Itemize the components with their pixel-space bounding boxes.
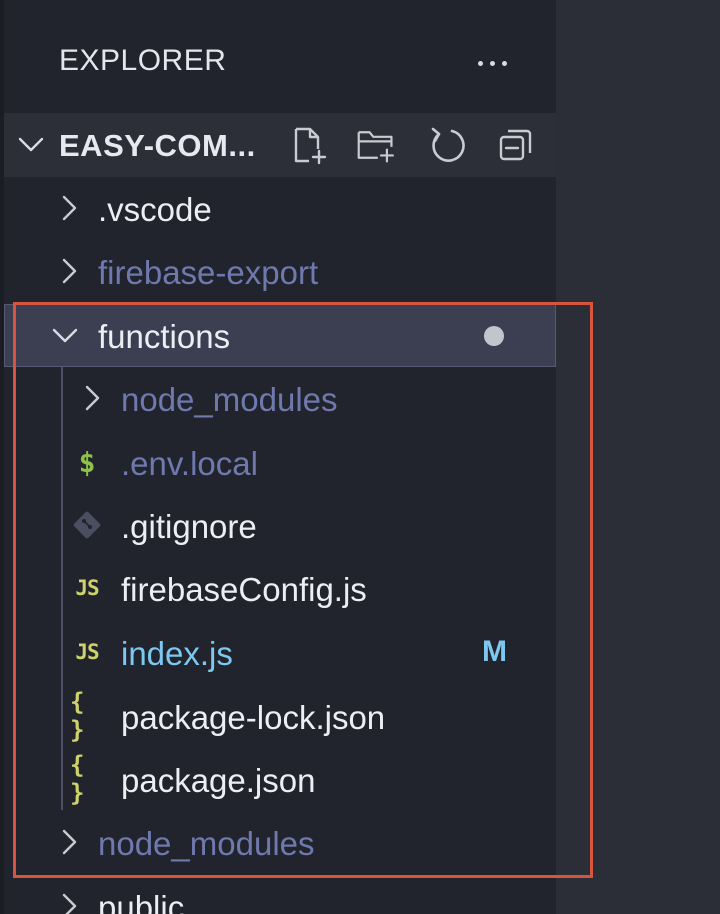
tree-item-label: package.json xyxy=(121,762,316,799)
chevron-down-icon xyxy=(52,328,78,343)
tree-item-label: .gitignore xyxy=(121,508,257,545)
tree-item-label: package-lock.json xyxy=(121,699,386,736)
tree-item-firebase-export[interactable]: firebase-export xyxy=(4,240,556,303)
tree-item-gitignore[interactable]: .gitignore xyxy=(4,494,556,557)
explorer-header: EXPLORER xyxy=(4,0,556,112)
tree-item-env-local[interactable]: $ .env.local xyxy=(4,431,556,494)
explorer-sidebar: EXPLORER EASY-COM... .vscode firebase-ex… xyxy=(4,0,556,914)
tree-item-functions[interactable]: functions xyxy=(4,304,556,367)
new-file-icon[interactable] xyxy=(289,125,329,165)
tree-item-label: functions xyxy=(98,318,231,355)
collapse-all-icon[interactable] xyxy=(496,125,536,165)
chevron-down-icon[interactable] xyxy=(16,129,46,159)
tree-item-node-modules-nested[interactable]: node_modules xyxy=(4,367,556,430)
tree-item-package-json[interactable]: { } package.json xyxy=(4,748,556,811)
chevron-right-icon xyxy=(62,829,77,855)
modified-badge: M xyxy=(482,635,507,668)
refresh-icon[interactable] xyxy=(428,125,468,165)
indent-guide xyxy=(61,367,63,810)
workspace-section-header[interactable]: EASY-COM... xyxy=(4,113,556,177)
tree-item-vscode[interactable]: .vscode xyxy=(4,177,556,240)
dollar-icon: $ xyxy=(78,445,96,479)
workspace-name: EASY-COM... xyxy=(59,128,256,163)
new-folder-icon[interactable] xyxy=(356,125,396,165)
tree-item-firebase-config[interactable]: JS firebaseConfig.js xyxy=(4,557,556,620)
tree-item-label: node_modules xyxy=(121,381,338,418)
unsaved-dot-icon xyxy=(484,326,504,346)
editor-area xyxy=(556,0,720,914)
js-icon: JS xyxy=(75,576,99,600)
tree-item-label: .env.local xyxy=(121,445,258,482)
chevron-right-icon xyxy=(62,195,77,221)
chevron-right-icon xyxy=(62,258,77,284)
tree-item-label: public xyxy=(98,889,185,914)
tree-item-index-js[interactable]: JS index.js M xyxy=(4,621,556,684)
git-icon xyxy=(73,511,101,539)
vscode-explorer-panel: EXPLORER EASY-COM... .vscode firebase-ex… xyxy=(0,0,720,914)
tree-item-label: firebase-export xyxy=(98,254,319,291)
js-icon: JS xyxy=(75,640,99,664)
tree-item-public[interactable]: public xyxy=(4,875,556,914)
tree-item-label: node_modules xyxy=(98,825,315,862)
tree-item-node-modules[interactable]: node_modules xyxy=(4,811,556,874)
json-icon: { } xyxy=(70,751,86,807)
chevron-right-icon xyxy=(62,893,77,914)
explorer-title: EXPLORER xyxy=(59,44,227,77)
tree-item-label: firebaseConfig.js xyxy=(121,571,367,608)
json-icon: { } xyxy=(70,688,86,744)
ellipsis-icon[interactable] xyxy=(470,46,514,80)
tree-item-label: index.js xyxy=(121,635,233,672)
tree-item-label: .vscode xyxy=(98,191,212,228)
chevron-right-icon xyxy=(85,385,100,411)
tree-item-package-lock-json[interactable]: { } package-lock.json xyxy=(4,685,556,748)
